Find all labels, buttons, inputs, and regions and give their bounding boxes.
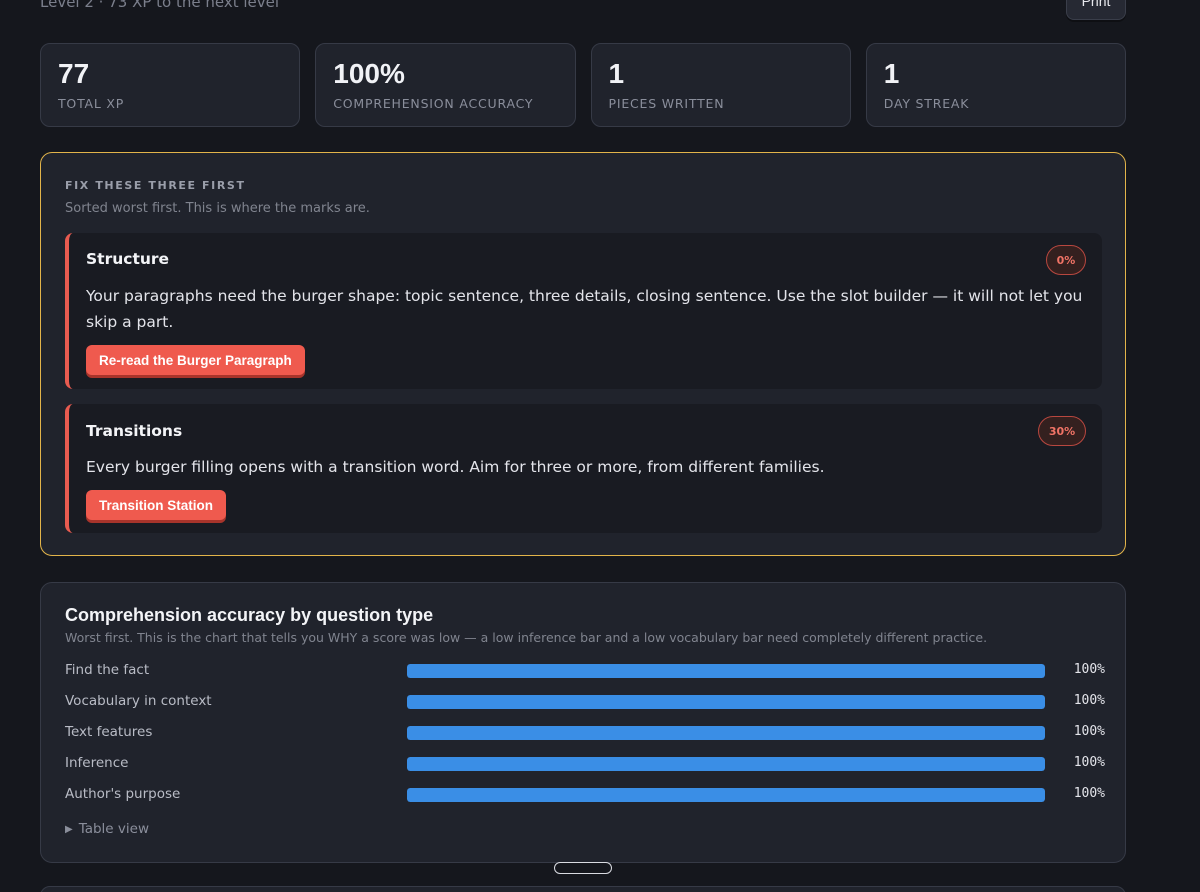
stat-value: 1	[608, 58, 625, 89]
print-button[interactable]: Print	[1066, 0, 1126, 20]
bar-value-label: 100%	[1073, 786, 1105, 801]
stat-value: 1	[883, 58, 900, 89]
caret-right-icon: ▶	[65, 823, 73, 835]
bar-fill	[407, 788, 1045, 802]
scroll-handle[interactable]	[554, 862, 612, 874]
bar-track	[407, 788, 1045, 802]
transition-station-button[interactable]: Transition Station	[86, 490, 227, 520]
bar-track	[407, 726, 1045, 740]
issue-card-structure: Structure 0% Your paragraphs need the bu…	[65, 233, 1102, 389]
table-view-label: Table view	[78, 821, 149, 837]
score-badge: 30%	[1038, 416, 1086, 446]
issue-description: Your paragraphs need the burger shape: t…	[86, 287, 1083, 331]
stats-row: 77 TOTAL XP 100% COMPREHENSION ACCURACY …	[40, 43, 1126, 127]
bar-track	[407, 695, 1045, 709]
reread-burger-paragraph-button[interactable]: Re-read the Burger Paragraph	[86, 345, 305, 375]
bar-fill	[407, 695, 1045, 709]
stat-card-comprehension-accuracy: 100% COMPREHENSION ACCURACY	[315, 43, 576, 127]
bar-value-label: 100%	[1073, 662, 1105, 677]
bar-value-label: 100%	[1073, 755, 1105, 770]
stat-card-day-streak: 1 DAY STREAK	[865, 43, 1126, 127]
bar-track	[407, 757, 1045, 771]
fix-first-panel: FIX THESE THREE FIRST Sorted worst first…	[40, 152, 1126, 556]
stat-value: 100%	[333, 58, 405, 89]
bar-label: Inference	[65, 755, 129, 771]
stat-card-total-xp: 77 TOTAL XP	[40, 43, 301, 127]
score-badge: 0%	[1046, 245, 1086, 275]
bar-row: Inference 100%	[65, 754, 1105, 774]
bar-row: Text features 100%	[65, 723, 1105, 743]
bar-label: Author's purpose	[65, 786, 181, 802]
bar-row: Author's purpose 100%	[65, 785, 1105, 805]
comprehension-chart-panel: Comprehension accuracy by question type …	[40, 582, 1126, 863]
bar-value-label: 100%	[1073, 693, 1105, 708]
table-view-toggle[interactable]: ▶ Table view	[65, 821, 149, 837]
bar-label: Find the fact	[65, 662, 150, 678]
fix-panel-subtitle: Sorted worst first. This is where the ma…	[65, 201, 370, 216]
stat-card-pieces-written: 1 PIECES WRITTEN	[590, 43, 851, 127]
stat-label: DAY STREAK	[883, 96, 970, 111]
chart-title: Comprehension accuracy by question type	[65, 605, 434, 625]
stat-label: PIECES WRITTEN	[608, 96, 725, 111]
bar-fill	[407, 757, 1045, 771]
chart-subtitle: Worst first. This is the chart that tell…	[65, 630, 988, 645]
bar-label: Text features	[65, 724, 153, 740]
issue-title: Transitions	[86, 422, 183, 440]
bar-row: Vocabulary in context 100%	[65, 692, 1105, 712]
bar-row: Find the fact 100%	[65, 661, 1105, 681]
bar-value-label: 100%	[1073, 724, 1105, 739]
level-progress-text: Level 2 · 73 XP to the next level	[40, 0, 280, 11]
stat-value: 77	[58, 58, 90, 89]
issue-description: Every burger filling opens with a transi…	[86, 458, 825, 476]
next-panel	[40, 886, 1126, 892]
fix-panel-eyebrow: FIX THESE THREE FIRST	[65, 179, 246, 192]
dashboard-page: Level 2 · 73 XP to the next level Print …	[0, 0, 1200, 892]
issue-card-transitions: Transitions 30% Every burger filling ope…	[65, 404, 1102, 533]
bar-track	[407, 664, 1045, 678]
issue-title: Structure	[86, 250, 170, 268]
bar-fill	[407, 664, 1045, 678]
stat-label: COMPREHENSION ACCURACY	[333, 96, 534, 111]
bar-fill	[407, 726, 1045, 740]
bar-label: Vocabulary in context	[65, 693, 212, 709]
stat-label: TOTAL XP	[58, 96, 125, 111]
